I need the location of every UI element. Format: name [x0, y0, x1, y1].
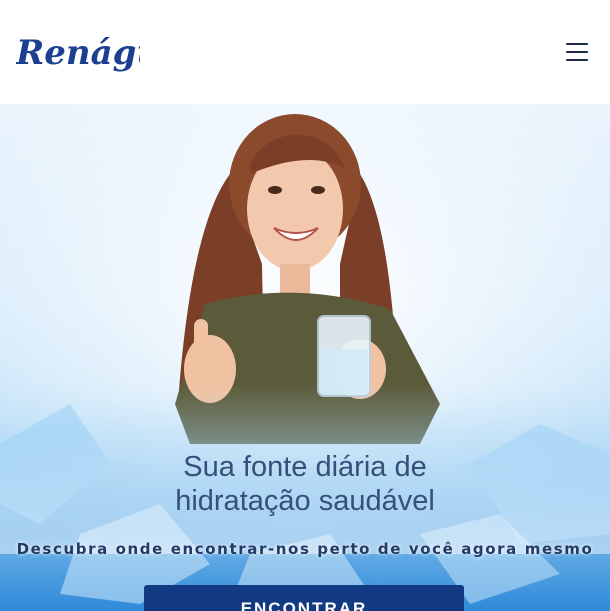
- menu-line-bottom: [566, 59, 588, 61]
- menu-line-middle: [566, 51, 588, 53]
- menu-line-top: [566, 43, 588, 45]
- hero-text-block: Sua fonte diária de hidratação saudável …: [0, 450, 610, 558]
- hero-subtitle: Descubra onde encontrar-nos perto de voc…: [16, 540, 594, 558]
- hamburger-menu-icon[interactable]: [566, 43, 588, 61]
- encontrar-button[interactable]: ENCONTRAR: [144, 585, 464, 611]
- hero-title: Sua fonte diária de hidratação saudável: [175, 451, 435, 517]
- logo-wordmark: Renágua: [16, 33, 140, 73]
- brand-logo[interactable]: Renágua: [16, 22, 140, 82]
- hero-banner: Sua fonte diária de hidratação saudável …: [0, 104, 610, 611]
- site-header: Renágua: [0, 0, 610, 104]
- renagua-logo-mark: Renágua: [16, 33, 140, 73]
